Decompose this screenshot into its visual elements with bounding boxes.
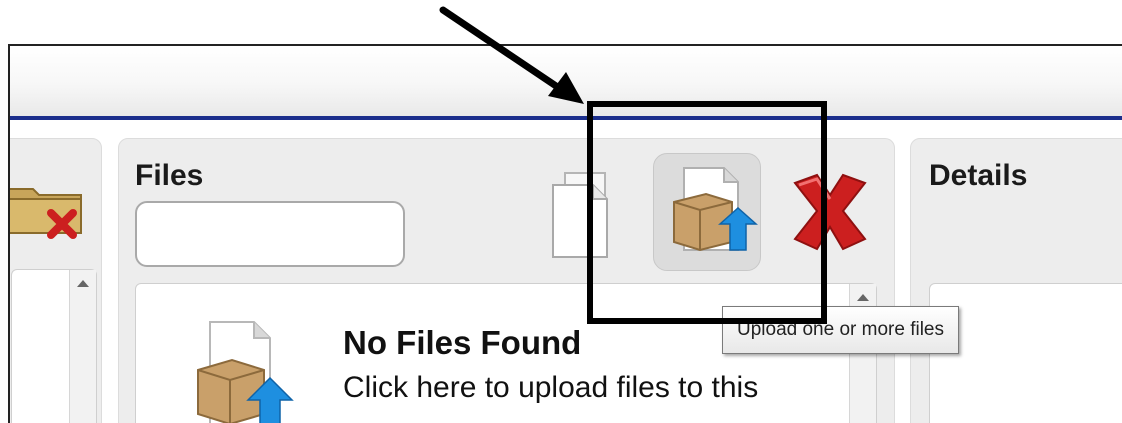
folders-panel (10, 138, 102, 423)
empty-state-upload-link[interactable]: Click here to upload files to this (343, 371, 758, 405)
details-panel: Details (910, 138, 1122, 423)
files-search-input[interactable] (135, 201, 405, 267)
folder-tree[interactable] (11, 269, 97, 423)
details-panel-title: Details (929, 159, 1028, 192)
folder-tree-scrollbar[interactable] (69, 270, 96, 423)
delete-folder-icon[interactable] (10, 175, 85, 239)
empty-state-title: No Files Found (343, 324, 582, 361)
scroll-up-arrow-icon[interactable] (857, 294, 869, 301)
empty-state-upload-icon[interactable] (188, 318, 298, 423)
upload-box-icon (197, 321, 294, 423)
annotation-highlight-box (587, 101, 827, 324)
title-bar (10, 46, 1122, 116)
app-window: Files Details (8, 44, 1122, 423)
files-panel-title: Files (135, 159, 204, 192)
scroll-up-arrow-icon[interactable] (77, 280, 89, 287)
